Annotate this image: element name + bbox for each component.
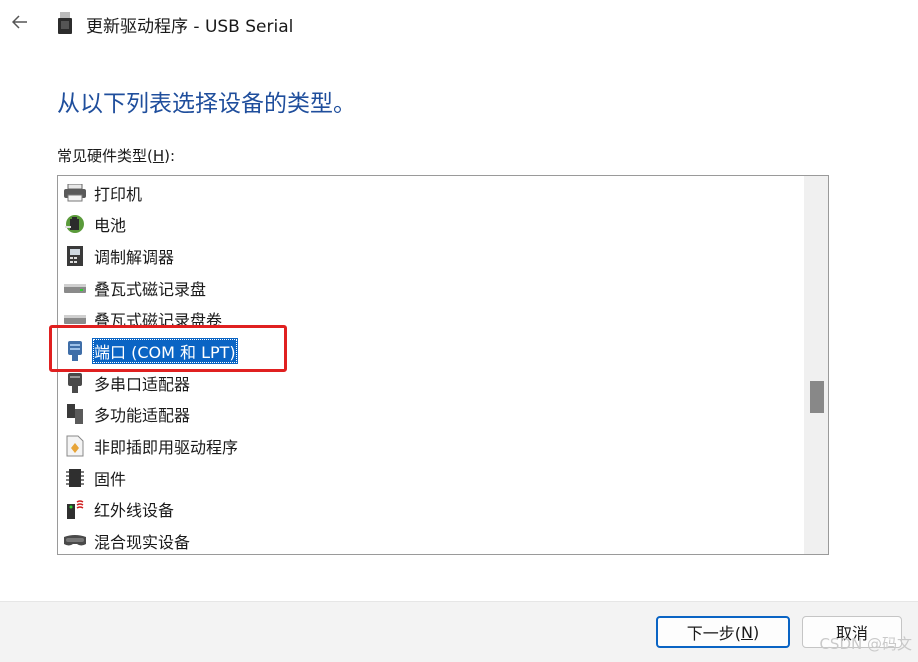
disk-drive-icon [62, 276, 88, 300]
watermark: CSDN @码文 [819, 635, 912, 653]
list-item-non-pnp[interactable]: 非即插即用驱动程序 [62, 432, 240, 460]
list-item-modem[interactable]: 调制解调器 [62, 242, 176, 270]
list-item-multifunction[interactable]: 多功能适配器 [62, 400, 192, 428]
back-button[interactable] [8, 10, 32, 34]
list-item-infrared[interactable]: 红外线设备 [62, 495, 176, 523]
infrared-device-icon [62, 497, 88, 521]
port-icon [62, 339, 88, 363]
page-heading: 从以下列表选择设备的类型。 [57, 91, 356, 117]
scrollbar-thumb[interactable] [810, 381, 824, 413]
hardware-types-label: 常见硬件类型(H): [57, 147, 176, 165]
disk-volume-icon [62, 307, 88, 331]
list-item-battery[interactable]: 电池 [62, 210, 128, 238]
listbox-vertical-scrollbar[interactable] [804, 176, 828, 554]
title-bar: 更新驱动程序 - USB Serial [0, 0, 918, 46]
list-item-multiport-serial[interactable]: 多串口适配器 [62, 369, 192, 397]
list-item-printer[interactable]: 打印机 [62, 179, 144, 207]
list-item-smr-disk[interactable]: 叠瓦式磁记录盘 [62, 274, 208, 302]
list-item-mixed-reality[interactable]: 混合现实设备 [62, 527, 192, 554]
firmware-chip-icon [62, 466, 88, 490]
list-item-firmware[interactable]: 固件 [62, 464, 128, 492]
usb-device-icon [58, 12, 72, 38]
non-pnp-driver-icon [62, 434, 88, 458]
dialog-footer: 下一步(N) 取消 CSDN @码文 [0, 601, 918, 662]
list-item-smr-volume[interactable]: 叠瓦式磁记录盘卷 [62, 305, 224, 333]
back-arrow-icon [12, 15, 27, 29]
modem-icon [62, 244, 88, 268]
printer-icon [62, 181, 88, 205]
multiport-adapter-icon [62, 371, 88, 395]
hardware-types-listbox[interactable]: 打印机 电池 调制解调器 叠瓦式磁记录盘 叠瓦式磁记录盘卷 端口 (COM 和 … [57, 175, 829, 555]
next-button[interactable]: 下一步(N) [656, 616, 790, 648]
window-title: 更新驱动程序 - USB Serial [86, 17, 294, 37]
mixed-reality-headset-icon [62, 529, 88, 553]
battery-icon [62, 212, 88, 236]
list-item-ports-com-lpt[interactable]: 端口 (COM 和 LPT) [62, 337, 238, 365]
multifunction-adapter-icon [62, 402, 88, 426]
